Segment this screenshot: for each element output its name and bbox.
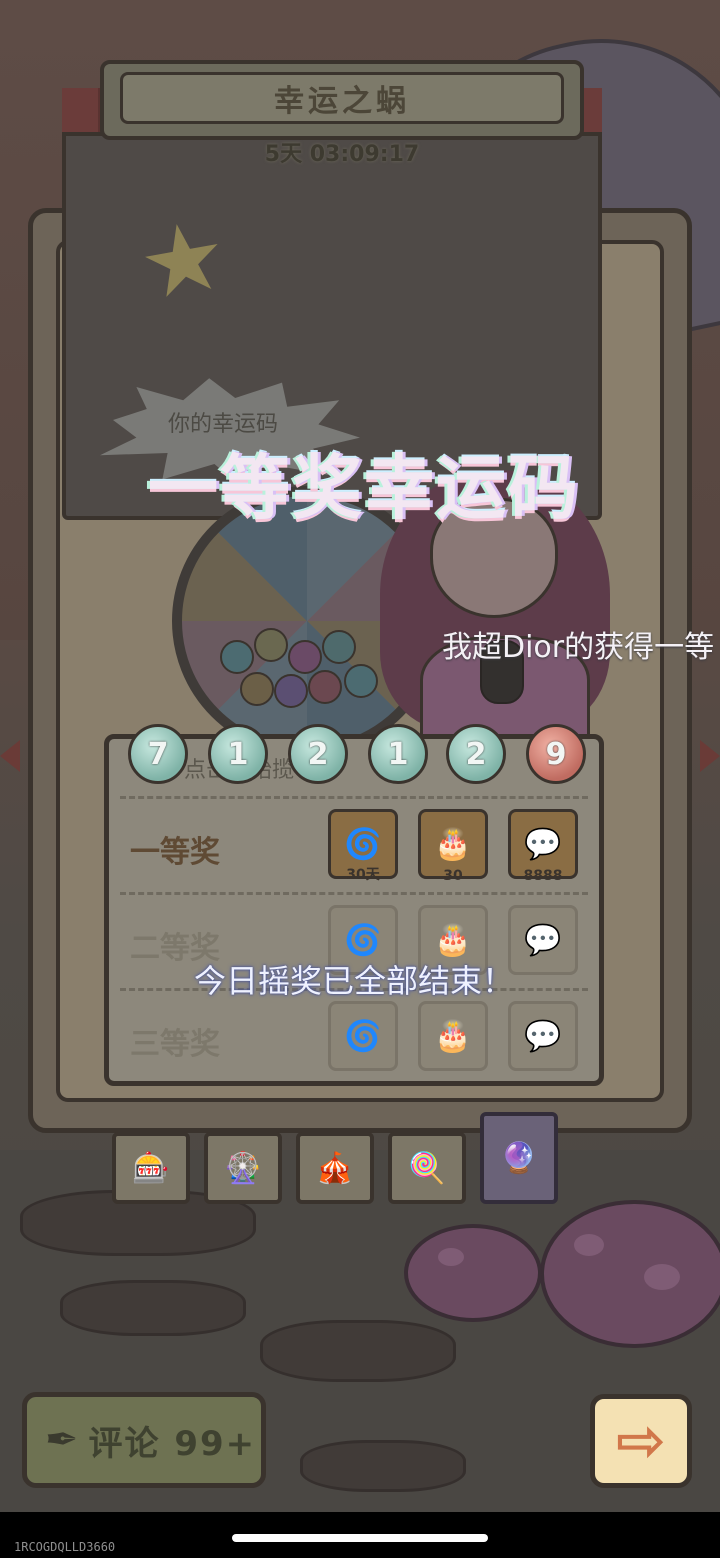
- watermark: 1RCOGDQLLD3660: [14, 1540, 116, 1554]
- title-banner: 幸运之蜗: [120, 72, 564, 124]
- quill-icon: ✒: [45, 1417, 79, 1463]
- lucky-code-digit: 7: [128, 724, 188, 784]
- lottery-ball: [322, 630, 356, 664]
- comment-button[interactable]: ✒ 评论 99+: [22, 1392, 266, 1488]
- draw-ended-message: 今日摇奖已全部结束！: [193, 962, 514, 1000]
- prize-caption: 30天: [346, 867, 380, 883]
- lucky-code-digit: 2: [288, 724, 348, 784]
- lucky-code-digit: 1: [368, 724, 428, 784]
- ferris-wheel-icon: 🎡: [224, 1150, 262, 1186]
- home-indicator[interactable]: [232, 1534, 488, 1542]
- lottery-ball: [344, 664, 378, 698]
- cake-icon[interactable]: 🎂 30: [418, 809, 488, 884]
- arrow-right-icon: ⇨: [615, 1406, 667, 1476]
- stepping-stone: [300, 1440, 466, 1492]
- scene-left-arrow[interactable]: [0, 740, 20, 772]
- snail-globe-icon[interactable]: 🌀 30天: [328, 809, 398, 883]
- first-prize-code-title: 一等奖幸运码: [148, 447, 580, 529]
- cake-icon[interactable]: 🎂: [418, 1001, 488, 1071]
- background-mushroom: [404, 1224, 542, 1322]
- scene-right-arrow[interactable]: [700, 740, 720, 772]
- stepping-stone: [260, 1320, 456, 1382]
- lottery-machine-icon: 🔮: [500, 1140, 538, 1176]
- lottery-ball: [220, 640, 254, 674]
- lottery-ball: [240, 672, 274, 706]
- danmaku-comment: 我超Dior的获得一等: [442, 630, 715, 665]
- background-mushroom: [540, 1200, 720, 1348]
- star-icon: ★: [130, 197, 236, 323]
- lottery-ball: [274, 674, 308, 708]
- lottery-ball: [288, 640, 322, 674]
- prize-row-label: 一等奖: [130, 835, 220, 870]
- tab-ferris-wheel[interactable]: 🎡: [204, 1132, 282, 1204]
- prize-row-label: 三等奖: [130, 1027, 220, 1062]
- stepping-stone: [60, 1280, 246, 1336]
- circus-tent-icon: 🎪: [316, 1150, 354, 1186]
- comment-label: 评论 99+: [88, 1423, 257, 1464]
- lucky-code-digit: 9: [526, 724, 586, 784]
- next-button[interactable]: ⇨: [590, 1394, 692, 1488]
- lucky-code-balls: 7 1 2 1 2 9: [128, 724, 598, 794]
- prize-row-third: 三等奖 🌀 🎂 💬: [120, 988, 588, 1083]
- countdown-timer: 5天 03:09:17: [264, 142, 420, 167]
- tab-lollipop[interactable]: 🍭: [388, 1132, 466, 1204]
- page-title: 幸运之蜗: [274, 84, 410, 119]
- tab-slot-machine[interactable]: 🎰: [112, 1132, 190, 1204]
- tab-circus-tent[interactable]: 🎪: [296, 1132, 374, 1204]
- lottery-ball: [308, 670, 342, 704]
- snail-globe-icon[interactable]: 🌀: [328, 1001, 398, 1071]
- chat-bubble-icon[interactable]: 💬: [508, 1001, 578, 1071]
- prize-row-first: 一等奖 🌀 30天 🎂 30 💬 8888: [120, 796, 588, 891]
- slot-machine-icon: 🎰: [132, 1150, 170, 1186]
- lottery-ball: [254, 628, 288, 662]
- chat-bubble-icon[interactable]: 💬 8888: [508, 809, 578, 884]
- tab-lottery-machine[interactable]: 🔮: [480, 1112, 558, 1204]
- prize-caption: 8888: [523, 868, 563, 884]
- prize-caption: 30: [443, 868, 463, 884]
- lollipop-icon: 🍭: [408, 1150, 446, 1186]
- lucky-code-digit: 1: [208, 724, 268, 784]
- lucky-code-digit: 2: [446, 724, 506, 784]
